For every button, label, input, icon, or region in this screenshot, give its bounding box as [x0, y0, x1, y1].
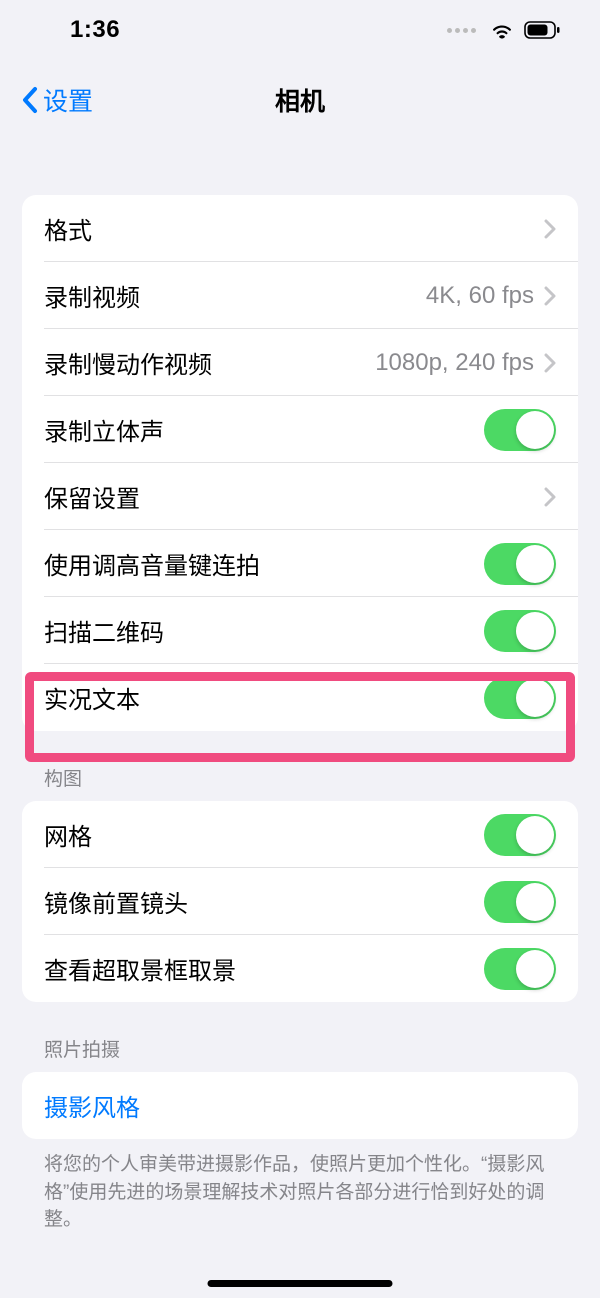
- mirror-label: 镜像前置镜头: [44, 884, 484, 919]
- outside-frame-toggle[interactable]: [484, 948, 556, 990]
- photo-capture-footer: 将您的个人审美带进摄影作品，使照片更加个性化。“摄影风格”使用先进的场景理解技术…: [0, 1139, 600, 1234]
- volume-burst-toggle[interactable]: [484, 543, 556, 585]
- live-text-row: 实况文本: [22, 664, 578, 731]
- home-indicator[interactable]: [208, 1280, 393, 1287]
- back-button[interactable]: 设置: [20, 82, 93, 118]
- photo-capture-header: 照片拍摄: [0, 1002, 600, 1072]
- chevron-right-icon: [544, 219, 556, 239]
- record-slomo-label: 录制慢动作视频: [44, 345, 375, 380]
- photographic-styles-label: 摄影风格: [44, 1088, 556, 1123]
- outside-frame-row: 查看超取景框取景: [22, 935, 578, 1002]
- preserve-settings-row[interactable]: 保留设置: [22, 463, 578, 530]
- status-time: 1:36: [70, 16, 120, 44]
- scan-qr-label: 扫描二维码: [44, 613, 484, 648]
- record-video-value: 4K, 60 fps: [426, 282, 534, 310]
- preserve-label: 保留设置: [44, 479, 544, 514]
- scan-qr-toggle[interactable]: [484, 610, 556, 652]
- chevron-left-icon: [20, 86, 38, 114]
- settings-group-composition: 网格 镜像前置镜头 查看超取景框取景: [22, 801, 578, 1002]
- record-slomo-row[interactable]: 录制慢动作视频 1080p, 240 fps: [22, 329, 578, 396]
- mirror-row: 镜像前置镜头: [22, 868, 578, 935]
- cellular-dots-icon: [447, 28, 476, 33]
- grid-row: 网格: [22, 801, 578, 868]
- volume-burst-row: 使用调高音量键连拍: [22, 530, 578, 597]
- record-slomo-value: 1080p, 240 fps: [375, 349, 534, 377]
- composition-header: 构图: [0, 731, 600, 801]
- settings-group-main: 格式 录制视频 4K, 60 fps 录制慢动作视频 1080p, 240 fp…: [22, 195, 578, 731]
- formats-label: 格式: [44, 211, 544, 246]
- page-title: 相机: [275, 82, 325, 118]
- grid-toggle[interactable]: [484, 814, 556, 856]
- battery-icon: [524, 21, 560, 39]
- live-text-toggle[interactable]: [484, 677, 556, 719]
- stereo-row: 录制立体声: [22, 396, 578, 463]
- settings-group-photo-capture: 摄影风格: [22, 1072, 578, 1139]
- status-bar: 1:36: [0, 0, 600, 60]
- chevron-right-icon: [544, 286, 556, 306]
- navigation-bar: 设置 相机: [0, 60, 600, 140]
- record-video-label: 录制视频: [44, 278, 426, 313]
- formats-row[interactable]: 格式: [22, 195, 578, 262]
- record-video-row[interactable]: 录制视频 4K, 60 fps: [22, 262, 578, 329]
- photographic-styles-row[interactable]: 摄影风格: [22, 1072, 578, 1139]
- chevron-right-icon: [544, 487, 556, 507]
- mirror-toggle[interactable]: [484, 881, 556, 923]
- chevron-right-icon: [544, 353, 556, 373]
- back-label: 设置: [43, 82, 93, 118]
- status-indicators: [447, 21, 560, 39]
- outside-frame-label: 查看超取景框取景: [44, 951, 484, 986]
- grid-label: 网格: [44, 817, 484, 852]
- stereo-label: 录制立体声: [44, 412, 484, 447]
- scan-qr-row: 扫描二维码: [22, 597, 578, 664]
- stereo-toggle[interactable]: [484, 409, 556, 451]
- wifi-icon: [490, 21, 514, 39]
- live-text-label: 实况文本: [44, 680, 484, 715]
- volume-burst-label: 使用调高音量键连拍: [44, 546, 484, 581]
